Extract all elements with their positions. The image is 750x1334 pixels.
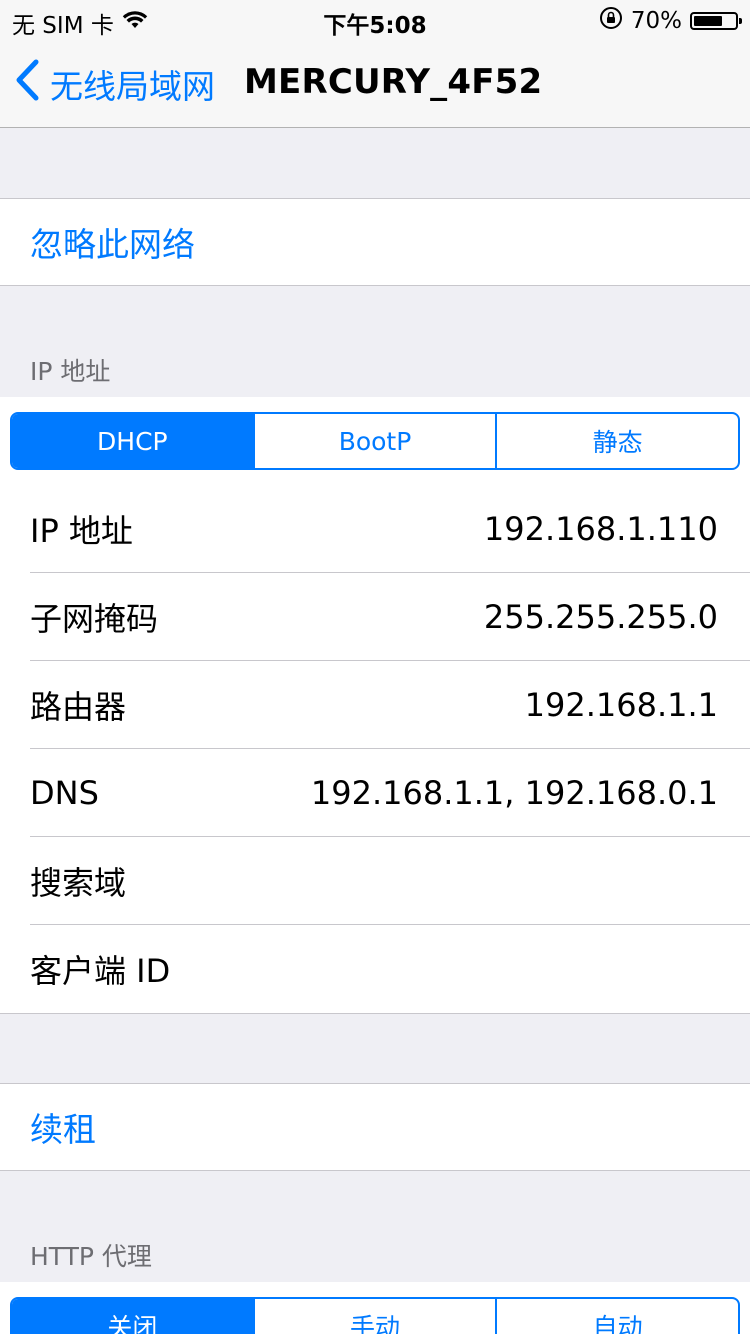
row-label: DNS [30, 773, 99, 812]
page-title: MERCURY_4F52 [244, 62, 543, 102]
rotation-lock-icon [599, 6, 623, 36]
ip-address-row[interactable]: IP 地址 192.168.1.110 [30, 485, 750, 573]
segment-proxy-off[interactable]: 关闭 [12, 1299, 253, 1334]
subnet-mask-row[interactable]: 子网掩码 255.255.255.0 [30, 573, 750, 661]
search-domains-row[interactable]: 搜索域 [30, 837, 750, 925]
client-id-row[interactable]: 客户端 ID [30, 925, 750, 1013]
row-label: 客户端 ID [30, 952, 171, 990]
http-proxy-section-header: HTTP 代理 [30, 1242, 152, 1271]
back-label: 无线局域网 [50, 67, 215, 106]
navigation-bar: 无线局域网 MERCURY_4F52 [0, 40, 750, 128]
screen: 无 SIM 卡 下午5:08 70% 无线局域网 MERCURY_4F52 忽略… [0, 0, 750, 1334]
ip-mode-segmented-control: DHCP BootP 静态 [10, 412, 740, 470]
row-label: IP 地址 [30, 511, 133, 550]
http-proxy-segmented-control: 关闭 手动 自动 [10, 1297, 740, 1334]
status-bar: 无 SIM 卡 下午5:08 70% [0, 0, 750, 40]
segment-proxy-manual[interactable]: 手动 [252, 1299, 496, 1334]
row-value: 192.168.1.110 [483, 509, 718, 548]
renew-lease-button[interactable]: 续租 [0, 1084, 750, 1170]
battery-percent: 70% [630, 8, 682, 34]
battery-icon [690, 12, 742, 30]
row-label: 路由器 [30, 687, 127, 726]
forget-network-group: 忽略此网络 [0, 198, 750, 286]
ip-mode-container: DHCP BootP 静态 [0, 397, 750, 485]
segment-proxy-auto[interactable]: 自动 [495, 1299, 738, 1334]
ip-details-list: IP 地址 192.168.1.110 子网掩码 255.255.255.0 路… [0, 485, 750, 1014]
forget-network-button[interactable]: 忽略此网络 [0, 199, 750, 285]
segment-static[interactable]: 静态 [495, 414, 738, 468]
segment-dhcp[interactable]: DHCP [12, 414, 253, 468]
renew-lease-group: 续租 [0, 1083, 750, 1171]
chevron-left-icon [14, 58, 50, 110]
back-button[interactable]: 无线局域网 [14, 58, 215, 110]
segment-bootp[interactable]: BootP [252, 414, 496, 468]
dns-row[interactable]: DNS 192.168.1.1, 192.168.0.1 [30, 749, 750, 837]
row-value: 255.255.255.0 [483, 597, 718, 636]
http-proxy-container: 关闭 手动 自动 [0, 1282, 750, 1334]
row-label: 搜索域 [30, 863, 127, 902]
ip-section-header: IP 地址 [30, 357, 111, 386]
row-label: 子网掩码 [30, 599, 159, 638]
row-value: 192.168.1.1, 192.168.0.1 [310, 773, 718, 812]
row-value: 192.168.1.1 [524, 685, 718, 724]
router-row[interactable]: 路由器 192.168.1.1 [30, 661, 750, 749]
